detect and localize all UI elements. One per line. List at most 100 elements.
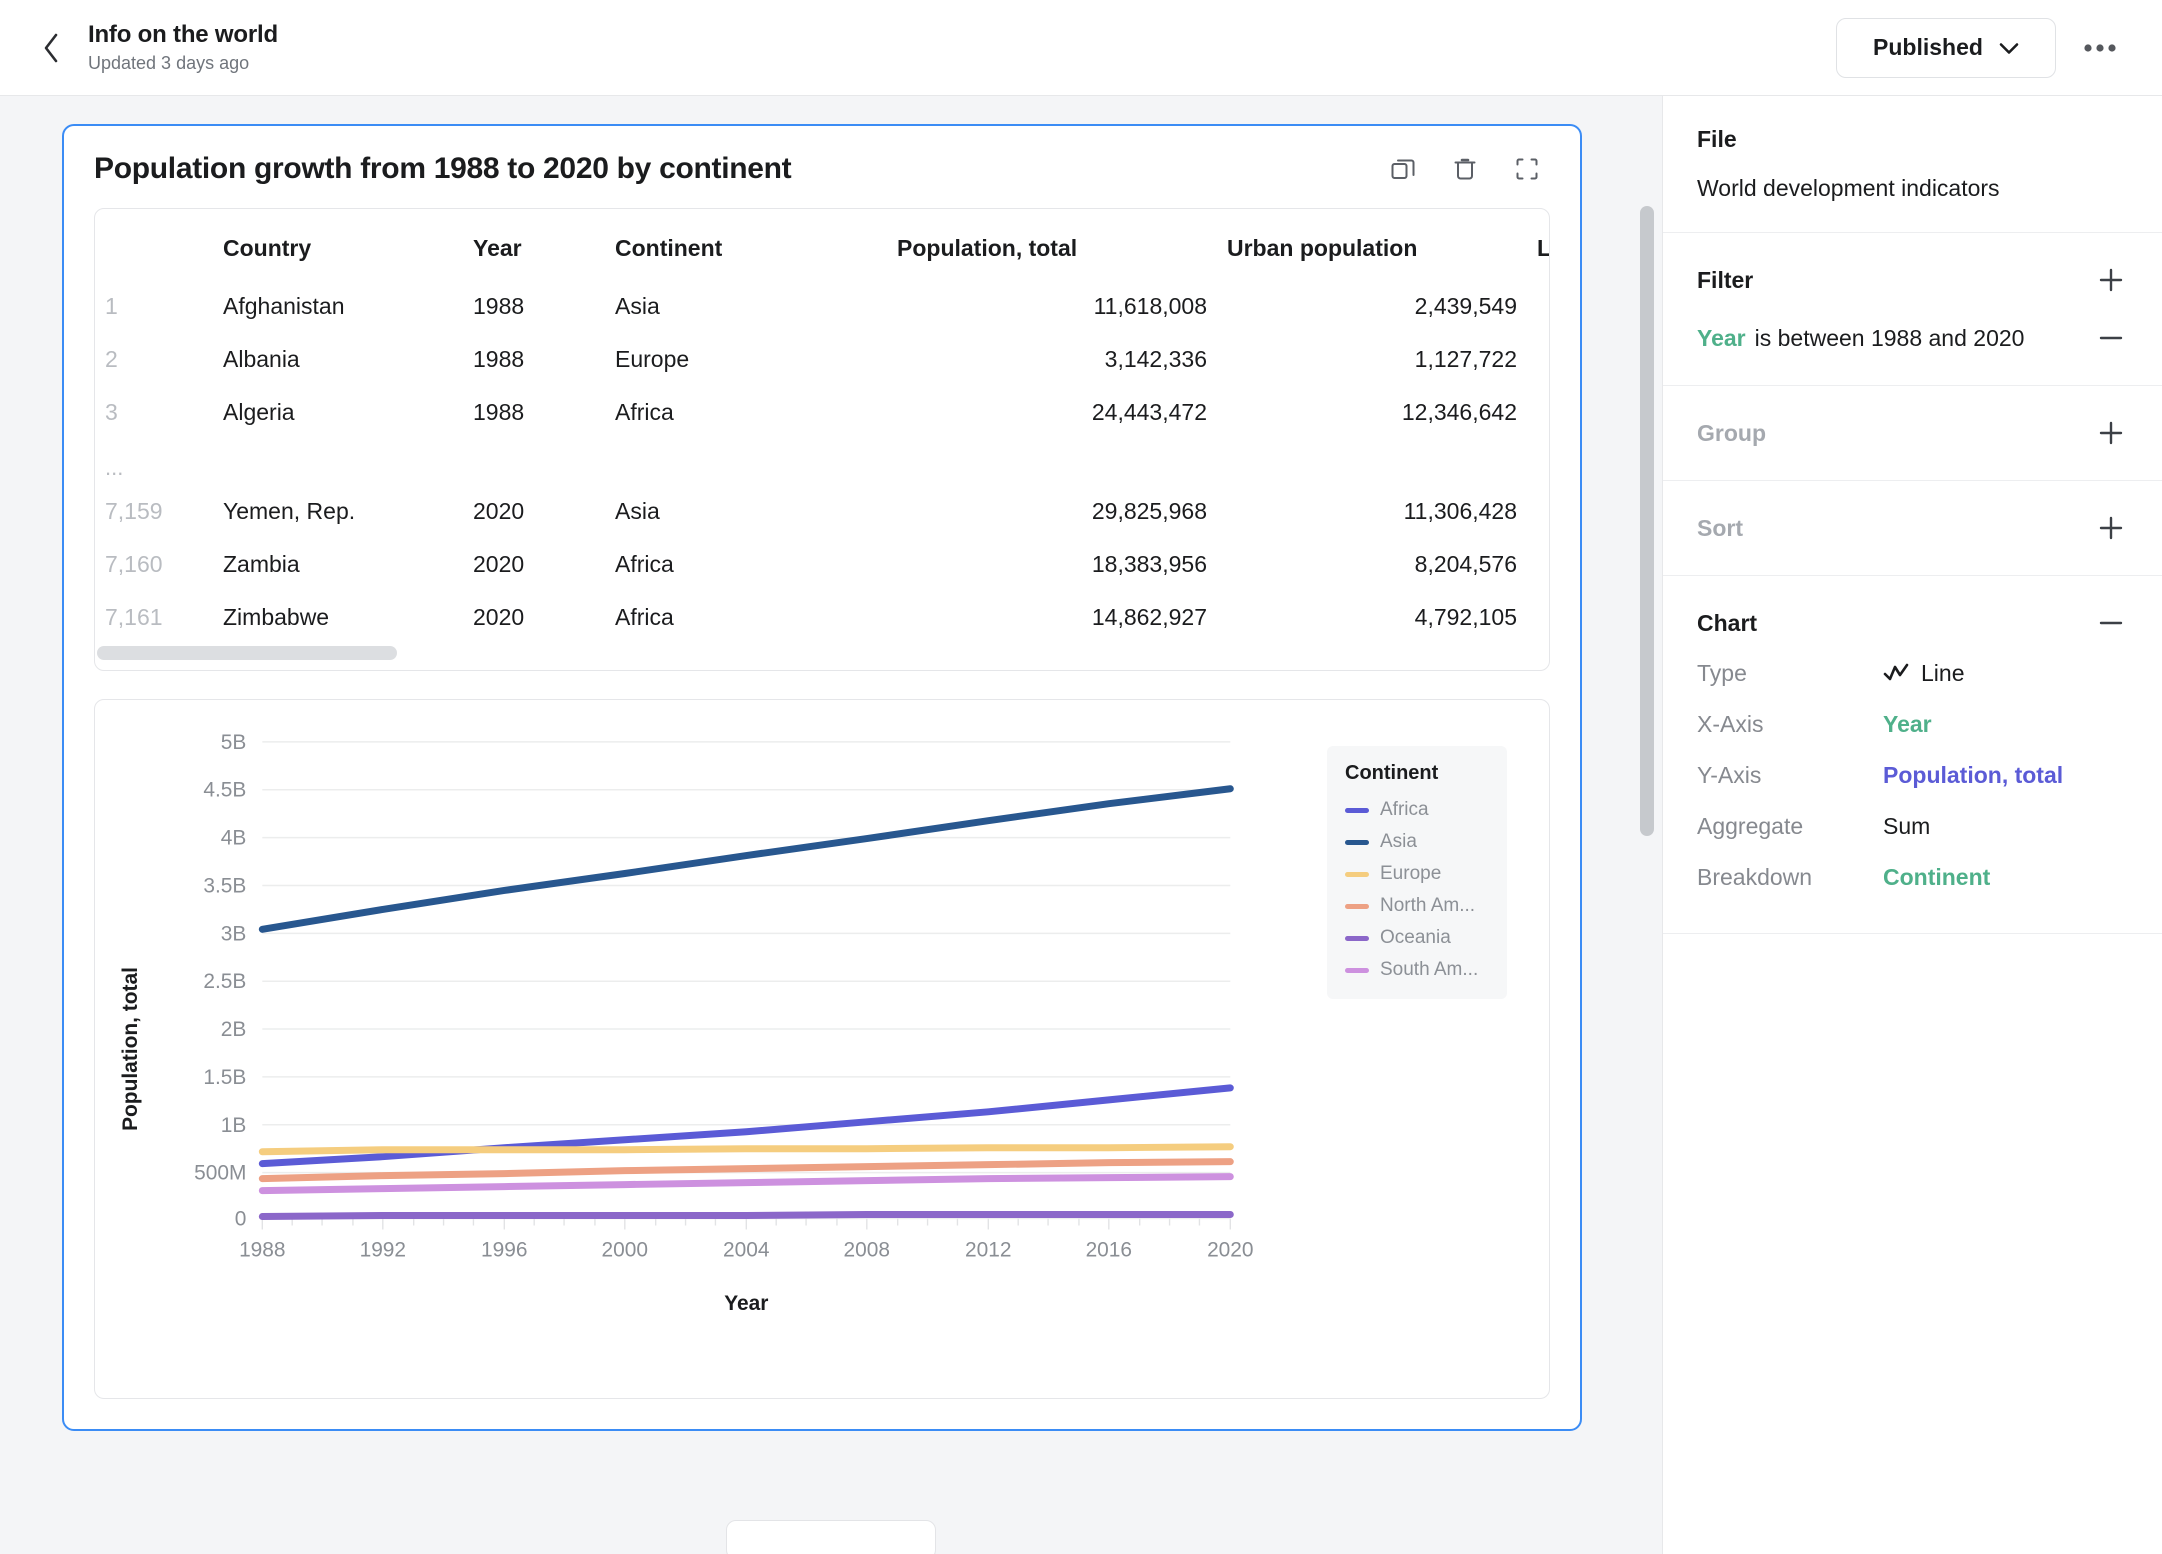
cell-population: 24,443,472 xyxy=(1091,399,1207,425)
expand-icon[interactable] xyxy=(1510,152,1544,186)
chart-setting-x-axis-value[interactable]: Year xyxy=(1883,711,1932,738)
col-header-urban[interactable]: Urban population xyxy=(1217,209,1527,280)
cell-land xyxy=(1527,333,1549,386)
chevron-left-icon xyxy=(41,32,61,64)
file-panel-heading: File xyxy=(1697,126,1737,152)
row-index: 7,161 xyxy=(105,604,163,630)
chart-setting-aggregate-label: Aggregate xyxy=(1697,813,1804,839)
cell-land xyxy=(1527,280,1549,333)
col-header-index[interactable] xyxy=(95,209,213,280)
plus-icon[interactable] xyxy=(2094,263,2128,297)
svg-text:1996: 1996 xyxy=(481,1238,527,1261)
svg-text:1992: 1992 xyxy=(360,1238,406,1261)
line-chart-icon xyxy=(1883,660,1909,687)
block-card[interactable]: Population growth from 1988 to 2020 by c… xyxy=(62,124,1582,1431)
next-block-placeholder[interactable] xyxy=(726,1520,936,1554)
chart-setting-type-value[interactable]: Line xyxy=(1883,660,1964,687)
legend-label-europe: Europe xyxy=(1380,863,1442,884)
cell-urban: 11,306,428 xyxy=(1403,498,1517,524)
table-row[interactable]: 2 Albania 1988 Europe 3,142,336 1,127,72… xyxy=(95,333,1549,386)
chart-panel: Chart Type Line X-Axis Year Y-Axis Popul… xyxy=(1663,576,2162,934)
back-button[interactable] xyxy=(28,25,74,71)
published-label: Published xyxy=(1873,34,1983,60)
legend-swatch-africa xyxy=(1345,807,1369,813)
svg-text:2.5B: 2.5B xyxy=(203,970,246,993)
filter-field-name: Year xyxy=(1697,324,1746,351)
more-options-button[interactable] xyxy=(2078,26,2122,70)
svg-text:2020: 2020 xyxy=(1207,1238,1253,1261)
chart-settings-list: Type Line X-Axis Year Y-Axis Population,… xyxy=(1697,648,2128,903)
chevron-down-icon xyxy=(1999,34,2019,61)
table-row[interactable]: 7,160 Zambia 2020 Africa 18,383,956 8,20… xyxy=(95,538,1549,591)
cell-urban: 8,204,576 xyxy=(1414,551,1517,577)
plus-icon[interactable] xyxy=(2094,511,2128,545)
svg-text:2B: 2B xyxy=(221,1018,247,1041)
legend-item-south-america[interactable]: South Am... xyxy=(1345,959,1489,981)
trash-icon[interactable] xyxy=(1448,152,1482,186)
cell-country: Zimbabwe xyxy=(223,604,330,630)
svg-text:2016: 2016 xyxy=(1086,1238,1132,1261)
legend-item-north-america[interactable]: North Am... xyxy=(1345,895,1489,917)
plus-icon[interactable] xyxy=(2094,416,2128,450)
cell-continent: Africa xyxy=(615,399,674,425)
chart-setting-y-axis-label: Y-Axis xyxy=(1697,762,1762,788)
minus-icon[interactable] xyxy=(2094,321,2128,355)
series-line-asia xyxy=(258,785,1234,933)
file-panel: File World development indicators xyxy=(1663,96,2162,233)
col-header-population[interactable]: Population, total xyxy=(887,209,1217,280)
minus-icon[interactable] xyxy=(2094,606,2128,640)
file-name-value[interactable]: World development indicators xyxy=(1697,175,2128,202)
col-header-land-truncated[interactable]: La xyxy=(1527,209,1549,280)
chart-panel-heading: Chart xyxy=(1697,606,2128,640)
cell-year: 1988 xyxy=(473,399,525,425)
chart-setting-aggregate: Aggregate Sum xyxy=(1697,801,2128,852)
published-button[interactable]: Published xyxy=(1836,17,2056,78)
x-axis-ticks xyxy=(261,1218,1232,1230)
table-header-row: Country Year Continent Population, total… xyxy=(95,209,1549,280)
chart-setting-breakdown-value[interactable]: Continent xyxy=(1883,864,1990,891)
legend-label-africa: Africa xyxy=(1380,799,1429,820)
legend-swatch-south-america xyxy=(1345,967,1369,973)
legend-item-oceania[interactable]: Oceania xyxy=(1345,927,1489,949)
legend-item-africa[interactable]: Africa xyxy=(1345,799,1489,821)
svg-text:2008: 2008 xyxy=(844,1238,890,1261)
chart-setting-y-axis-value[interactable]: Population, total xyxy=(1883,762,2063,789)
col-header-country[interactable]: Country xyxy=(213,209,463,280)
filter-entry[interactable]: Year is between 1988 and 2020 xyxy=(1697,321,2128,355)
data-table-block[interactable]: Country Year Continent Population, total… xyxy=(94,208,1550,671)
col-header-continent[interactable]: Continent xyxy=(605,209,887,280)
table-row[interactable]: 7,159 Yemen, Rep. 2020 Asia 29,825,968 1… xyxy=(95,485,1549,538)
rows-truncated-spacer xyxy=(213,439,1549,485)
series-lines xyxy=(258,785,1234,1221)
top-bar-actions: Published xyxy=(1836,17,2122,78)
table-row[interactable]: 3 Algeria 1988 Africa 24,443,472 12,346,… xyxy=(95,386,1549,439)
cell-country: Zambia xyxy=(223,551,300,577)
canvas-vertical-scrollbar[interactable] xyxy=(1640,206,1654,836)
series-line-south-america xyxy=(258,1173,1234,1195)
chart-block[interactable]: Population, total 5B 4.5B 4B 3.5B 3B 2.5… xyxy=(94,699,1550,1399)
table-horizontal-scrollbar[interactable] xyxy=(95,646,1549,660)
table-scroll-thumb[interactable] xyxy=(97,646,397,660)
page-title: Info on the world xyxy=(88,20,278,48)
chart-setting-aggregate-value[interactable]: Sum xyxy=(1883,813,1930,840)
chart-type-text: Line xyxy=(1921,660,1965,686)
chart-setting-breakdown: Breakdown Continent xyxy=(1697,852,2128,903)
table-row[interactable]: 1 Afghanistan 1988 Asia 11,618,008 2,439… xyxy=(95,280,1549,333)
cell-country: Yemen, Rep. xyxy=(223,498,356,524)
ellipsis-icon xyxy=(2083,43,2117,53)
top-bar: Info on the world Updated 3 days ago Pub… xyxy=(0,0,2162,96)
col-header-year[interactable]: Year xyxy=(463,209,605,280)
cell-continent: Europe xyxy=(615,346,690,372)
legend-item-europe[interactable]: Europe xyxy=(1345,863,1489,885)
series-line-oceania xyxy=(258,1211,1234,1221)
duplicate-icon[interactable] xyxy=(1386,152,1420,186)
cell-urban: 1,127,722 xyxy=(1414,346,1517,372)
cell-land xyxy=(1527,485,1549,538)
sort-heading-label: Sort xyxy=(1697,514,1743,541)
svg-text:3.5B: 3.5B xyxy=(203,874,246,897)
table-row[interactable]: 7,161 Zimbabwe 2020 Africa 14,862,927 4,… xyxy=(95,591,1549,644)
legend-item-asia[interactable]: Asia xyxy=(1345,831,1489,853)
cell-continent: Africa xyxy=(615,604,674,630)
series-line-europe xyxy=(258,1143,1234,1156)
card-header: Population growth from 1988 to 2020 by c… xyxy=(94,152,1550,186)
